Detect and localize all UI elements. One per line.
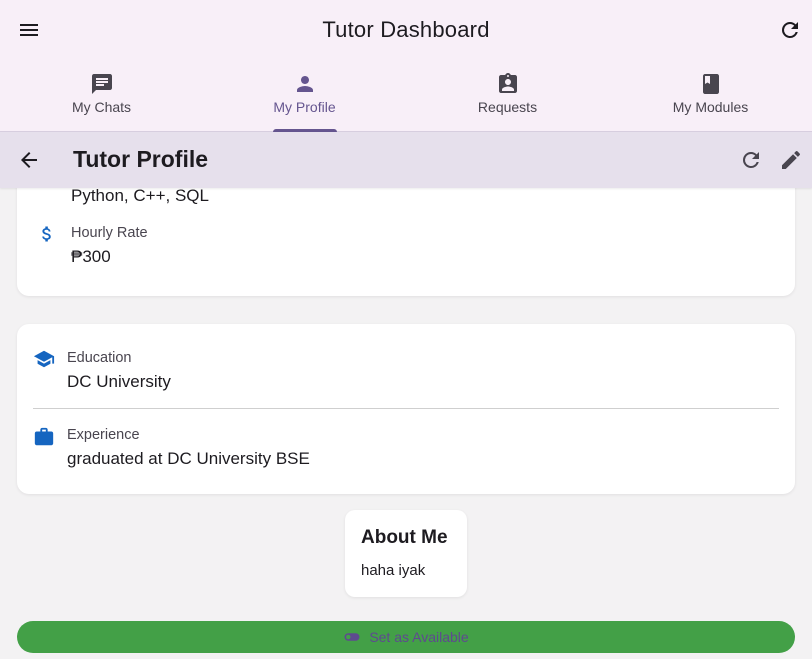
refresh-icon[interactable] — [739, 148, 763, 172]
page-title: Tutor Profile — [73, 146, 209, 172]
rates-card: Python, C++, SQL Hourly Rate ₱300 — [17, 188, 795, 296]
school-icon — [33, 350, 55, 368]
refresh-icon[interactable] — [778, 18, 802, 42]
set-available-label: Set as Available — [369, 629, 469, 645]
experience-label: Experience — [67, 427, 140, 443]
tab-bar: My Chats My Profile Requests My Modules — [0, 60, 812, 132]
about-me-title: About Me — [361, 527, 448, 548]
back-arrow-icon[interactable] — [17, 148, 41, 172]
edit-pencil-icon[interactable] — [779, 148, 803, 172]
tab-my-modules[interactable]: My Modules — [609, 60, 812, 132]
briefcase-icon — [34, 427, 54, 446]
tab-label: My Profile — [273, 99, 336, 115]
hourly-rate-label: Hourly Rate — [71, 225, 148, 241]
skills-value: Python, C++, SQL — [71, 188, 209, 205]
about-me-text: haha iyak — [361, 562, 426, 579]
divider — [33, 408, 779, 409]
education-label: Education — [67, 350, 132, 366]
menu-icon[interactable] — [17, 18, 41, 42]
set-available-button[interactable]: Set as Available — [17, 621, 795, 653]
about-me-card: About Me haha iyak — [345, 510, 467, 597]
profile-app-bar: Tutor Profile — [0, 132, 812, 188]
tab-label: Requests — [477, 99, 538, 115]
assignment-ind-icon — [498, 73, 517, 93]
book-icon — [702, 74, 719, 94]
chat-icon — [91, 74, 112, 94]
profile-scroll-content[interactable]: Python, C++, SQL Hourly Rate ₱300 Educat… — [0, 188, 812, 659]
dollar-icon — [42, 226, 51, 242]
experience-value: graduated at DC University BSE — [67, 449, 310, 468]
app-title: Tutor Dashboard — [322, 17, 490, 42]
toggle-off-icon — [344, 633, 360, 641]
background-card: Education DC University Experience gradu… — [17, 324, 795, 494]
tab-my-profile[interactable]: My Profile — [203, 60, 406, 132]
tab-label: My Chats — [71, 99, 132, 115]
education-value: DC University — [67, 372, 171, 391]
app-header: Tutor Dashboard My Chats My Profile Requ… — [0, 0, 812, 132]
tab-label: My Modules — [672, 99, 749, 115]
top-app-bar: Tutor Dashboard — [0, 0, 812, 60]
hourly-rate-value: ₱300 — [71, 247, 111, 266]
person-icon — [296, 76, 313, 92]
tab-my-chats[interactable]: My Chats — [0, 60, 203, 132]
tab-requests[interactable]: Requests — [406, 60, 609, 132]
